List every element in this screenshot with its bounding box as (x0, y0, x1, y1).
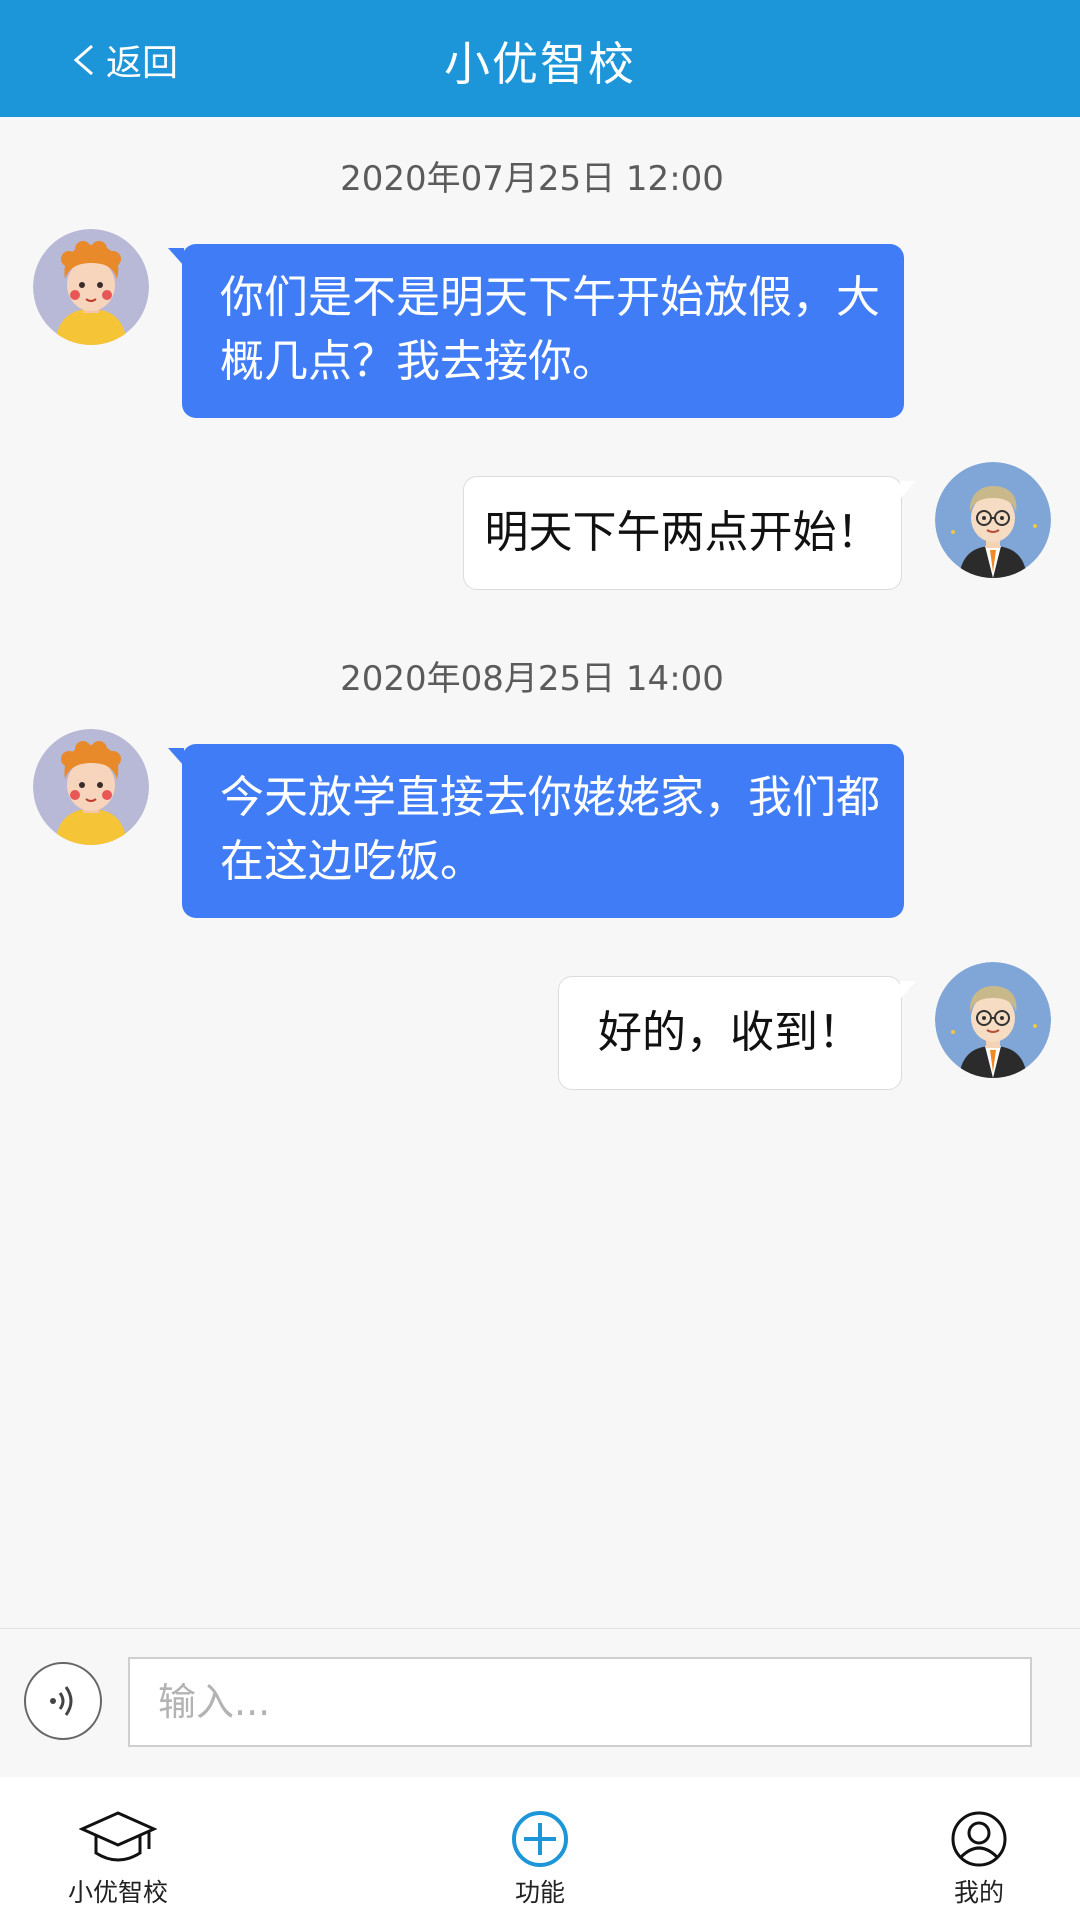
chat-screen: 返回 小优智校 2020年07月25日 12:00 你们是不是明天下午开始放假，… (0, 0, 1080, 1920)
tab-school[interactable]: 小优智校 (18, 1777, 218, 1920)
graduation-cap-icon (79, 1811, 157, 1862)
man-avatar-icon (935, 962, 1051, 1078)
message-text: 你们是不是明天下午开始放假，大概几点？我去接你。 (220, 272, 880, 387)
man-avatar-icon (935, 462, 1051, 578)
message-text: 明天下午两点开始！ (484, 507, 881, 558)
message-text: 今天放学直接去你姥姥家，我们都在这边吃饭。 (220, 772, 880, 887)
message-input-bar (0, 1628, 1080, 1778)
tab-profile[interactable]: 我的 (879, 1777, 1079, 1920)
incoming-message-bubble[interactable]: 你们是不是明天下午开始放假，大概几点？我去接你。 (168, 244, 904, 418)
user-icon (951, 1811, 1007, 1867)
child-avatar-icon (33, 729, 149, 845)
child-avatar-icon (33, 229, 149, 345)
message-input[interactable] (128, 1657, 1032, 1747)
message-text: 好的，收到！ (598, 1007, 862, 1058)
plus-circle-icon (512, 1811, 568, 1867)
contact-avatar[interactable] (33, 729, 149, 845)
tab-label: 小优智校 (67, 1878, 168, 1907)
my-avatar[interactable] (935, 962, 1051, 1078)
tab-label: 我的 (953, 1878, 1004, 1907)
top-bar: 返回 小优智校 (0, 0, 1080, 117)
tab-functions[interactable]: 功能 (440, 1777, 640, 1920)
voice-input-button[interactable] (24, 1662, 102, 1740)
page-title: 小优智校 (444, 37, 636, 91)
tab-label: 功能 (514, 1878, 565, 1907)
bottom-nav: 小优智校 功能 我的 (0, 1777, 1080, 1920)
contact-avatar[interactable] (33, 229, 149, 345)
outgoing-message-bubble[interactable]: 明天下午两点开始！ (463, 476, 916, 590)
my-avatar[interactable] (935, 462, 1051, 578)
timestamp: 2020年07月25日 12:00 (340, 159, 724, 199)
timestamp: 2020年08月25日 14:00 (340, 659, 724, 699)
outgoing-message-bubble[interactable]: 好的，收到！ (558, 976, 916, 1090)
voice-wave-icon (50, 1686, 73, 1716)
incoming-message-bubble[interactable]: 今天放学直接去你姥姥家，我们都在这边吃饭。 (168, 744, 904, 918)
